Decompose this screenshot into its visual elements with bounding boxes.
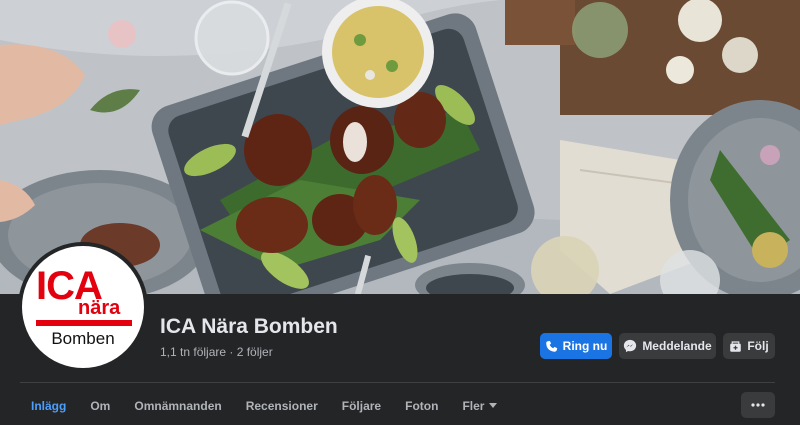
tab-reviews[interactable]: Recensioner bbox=[234, 390, 330, 422]
page-stats[interactable]: 1,1 tn följare · 2 följer bbox=[160, 345, 273, 359]
tab-photos[interactable]: Foton bbox=[393, 390, 450, 422]
tab-about[interactable]: Om bbox=[78, 390, 122, 422]
logo-bar bbox=[36, 320, 132, 326]
tab-posts[interactable]: Inlägg bbox=[20, 390, 78, 422]
page-tabs: Inlägg Om Omnämnanden Recensioner Följar… bbox=[20, 390, 509, 422]
follow-icon bbox=[730, 340, 742, 352]
ica-logo: ICA nära Bomben bbox=[22, 246, 144, 368]
message-button[interactable]: Meddelande bbox=[619, 333, 716, 359]
message-button-label: Meddelande bbox=[642, 339, 712, 353]
page-avatar[interactable]: ICA nära Bomben bbox=[18, 242, 148, 372]
tab-label: Foton bbox=[405, 399, 439, 413]
phone-icon bbox=[545, 340, 557, 352]
follow-button-label: Följ bbox=[747, 339, 769, 353]
caret-down-icon bbox=[489, 403, 498, 408]
logo-sub: nära bbox=[78, 297, 121, 319]
tab-more[interactable]: Fler bbox=[450, 390, 509, 422]
tab-followers[interactable]: Följare bbox=[330, 390, 393, 422]
cover-photo[interactable] bbox=[0, 0, 800, 294]
page-title[interactable]: ICA Nära Bomben bbox=[160, 315, 338, 339]
header-divider bbox=[20, 382, 775, 383]
follow-button[interactable]: Följ bbox=[723, 333, 775, 359]
messenger-icon bbox=[624, 339, 637, 353]
tab-label: Fler bbox=[462, 399, 485, 413]
tab-label: Recensioner bbox=[245, 399, 318, 413]
call-button[interactable]: Ring nu bbox=[540, 333, 612, 359]
tab-label: Omnämnanden bbox=[134, 399, 222, 413]
tab-label: Om bbox=[90, 399, 111, 413]
cover-photo-illustration bbox=[0, 0, 800, 294]
ellipsis-icon bbox=[751, 403, 765, 407]
call-button-label: Ring nu bbox=[562, 339, 608, 353]
tab-label: Följare bbox=[341, 399, 382, 413]
more-options-button[interactable] bbox=[741, 392, 775, 418]
logo-store-name: Bomben bbox=[51, 329, 115, 348]
tab-label: Inlägg bbox=[31, 399, 67, 413]
tab-mentions[interactable]: Omnämnanden bbox=[122, 390, 233, 422]
